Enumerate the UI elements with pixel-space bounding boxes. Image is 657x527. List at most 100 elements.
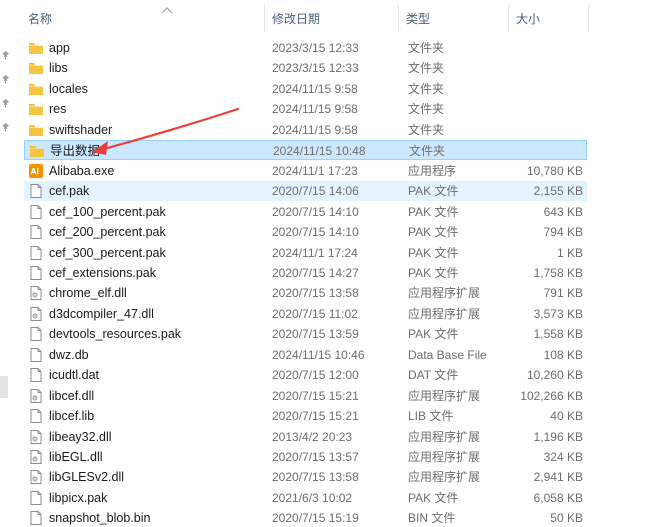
file-type: 文件夹 xyxy=(408,122,445,137)
svg-text:Al: Al xyxy=(31,167,39,176)
file-icon xyxy=(28,224,44,240)
file-size: 10,260 KB xyxy=(526,368,583,383)
dll-icon xyxy=(28,285,44,301)
file-row[interactable]: libpicx.pak 2021/6/3 10:02 PAK 文件 6,058 KB xyxy=(24,488,587,508)
file-name: libpicx.pak xyxy=(49,490,108,505)
file-size: 102,266 KB xyxy=(520,388,583,403)
file-type: PAK 文件 xyxy=(408,245,459,260)
file-modified-date: 2020/7/15 11:02 xyxy=(272,306,358,321)
file-row[interactable]: cef_extensions.pak 2020/7/15 14:27 PAK 文件 1… xyxy=(24,263,587,283)
file-name: libeay32.dll xyxy=(49,429,112,444)
file-modified-date: 2024/11/1 17:24 xyxy=(272,245,358,260)
file-modified-date: 2023/3/15 12:33 xyxy=(272,41,359,55)
file-icon xyxy=(28,245,44,261)
column-divider[interactable] xyxy=(588,4,589,32)
file-row[interactable]: Al Alibaba.exe 2024/11/1 17:23 应用程序 10,780 K… xyxy=(24,161,587,181)
file-size: 108 KB xyxy=(543,347,583,362)
file-type: 应用程序 xyxy=(408,163,457,178)
file-size: 50 KB xyxy=(550,511,583,526)
dll-icon xyxy=(28,469,44,485)
file-type: LIB 文件 xyxy=(408,409,454,424)
file-row[interactable]: libGLESv2.dll 2020/7/15 13:58 应用程序扩展 2,941 … xyxy=(24,467,587,487)
column-header-name[interactable]: 名称 xyxy=(20,0,268,36)
file-size: 1,758 KB xyxy=(533,265,583,280)
pin-icon[interactable] xyxy=(1,74,11,84)
file-modified-date: 2024/11/15 10:48 xyxy=(273,144,366,159)
file-name: libcef.lib xyxy=(49,409,95,424)
file-modified-date: 2020/7/15 12:00 xyxy=(272,368,359,383)
file-modified-date: 2020/7/15 13:58 xyxy=(272,470,359,485)
file-row[interactable]: devtools_resources.pak 2020/7/15 13:59 PAK… xyxy=(24,324,587,344)
file-name: libcef.dll xyxy=(49,388,95,403)
file-row[interactable]: cef_200_percent.pak 2020/7/15 14:10 PAK 文件… xyxy=(24,222,587,242)
file-type: PAK 文件 xyxy=(408,327,459,342)
file-size: 6,058 KB xyxy=(533,490,583,505)
column-header-date[interactable]: 修改日期 xyxy=(264,0,398,36)
file-icon xyxy=(28,490,44,506)
file-name: swiftshader xyxy=(49,122,113,137)
file-row[interactable]: d3dcompiler_47.dll 2020/7/15 11:02 应用程序扩展 3… xyxy=(24,304,587,324)
file-type: 应用程序扩展 xyxy=(408,470,481,485)
dll-icon xyxy=(28,429,44,445)
file-type: DAT 文件 xyxy=(408,368,459,383)
navigation-scrollbar-thumb[interactable] xyxy=(0,376,8,398)
file-modified-date: 2020/7/15 14:10 xyxy=(272,204,359,219)
file-row[interactable]: icudtl.dat 2020/7/15 12:00 DAT 文件 10,260 KB xyxy=(24,365,587,385)
dll-icon xyxy=(28,388,44,404)
file-type: PAK 文件 xyxy=(408,204,459,219)
file-type: 文件夹 xyxy=(408,81,445,96)
file-modified-date: 2020/7/15 15:19 xyxy=(272,511,359,526)
file-row[interactable]: dwz.db 2024/11/15 10:46 Data Base File 108 … xyxy=(24,345,587,365)
file-icon xyxy=(28,367,44,383)
file-modified-date: 2013/4/2 20:23 xyxy=(272,429,353,444)
file-type: PAK 文件 xyxy=(408,225,459,240)
file-name: dwz.db xyxy=(49,347,89,362)
file-size: 3,573 KB xyxy=(533,306,583,321)
column-header-size[interactable]: 大小 xyxy=(508,0,588,36)
file-size: 643 KB xyxy=(543,204,583,219)
file-row[interactable]: snapshot_blob.bin 2020/7/15 15:19 BIN 文件 50… xyxy=(24,508,587,527)
file-name: app xyxy=(49,41,70,55)
file-row[interactable]: cef_100_percent.pak 2020/7/15 14:10 PAK 文件… xyxy=(24,202,587,222)
file-row[interactable]: res 2024/11/15 9:58 文件夹 xyxy=(24,99,587,119)
file-row[interactable]: swiftshader 2024/11/15 9:58 文件夹 xyxy=(24,120,587,140)
file-row[interactable]: libs 2023/3/15 12:33 文件夹 xyxy=(24,58,587,78)
file-size xyxy=(508,79,583,99)
file-row[interactable]: libeay32.dll 2013/4/2 20:23 应用程序扩展 1,196 KB xyxy=(24,427,587,447)
file-row[interactable]: cef.pak 2020/7/15 14:06 PAK 文件 2,155 KB xyxy=(24,181,587,202)
file-row[interactable]: 导出数据 2024/11/15 10:48 文件夹 xyxy=(24,140,587,161)
file-row[interactable]: libcef.lib 2020/7/15 15:21 LIB 文件 40 KB xyxy=(24,406,587,426)
file-size xyxy=(508,120,583,140)
dll-icon xyxy=(28,449,44,465)
file-modified-date: 2020/7/15 15:21 xyxy=(272,388,359,403)
file-modified-date: 2024/11/15 9:58 xyxy=(272,122,358,137)
folder-icon xyxy=(28,101,44,117)
file-name: snapshot_blob.bin xyxy=(49,511,151,526)
column-header-type[interactable]: 类型 xyxy=(398,0,508,36)
pin-icon[interactable] xyxy=(1,122,11,132)
pin-icon[interactable] xyxy=(1,50,11,60)
file-icon xyxy=(28,326,44,342)
file-row[interactable]: locales 2024/11/15 9:58 文件夹 xyxy=(24,79,587,99)
pin-icon[interactable] xyxy=(1,98,11,108)
file-row[interactable]: libEGL.dll 2020/7/15 13:57 应用程序扩展 324 KB xyxy=(24,447,587,467)
file-icon xyxy=(28,183,44,199)
file-row[interactable]: libcef.dll 2020/7/15 15:21 应用程序扩展 102,266 K… xyxy=(24,386,587,406)
file-row[interactable]: app 2023/3/15 12:33 文件夹 xyxy=(24,38,587,58)
file-type: PAK 文件 xyxy=(408,184,459,199)
file-name: cef_200_percent.pak xyxy=(49,225,166,240)
file-type: 应用程序扩展 xyxy=(408,306,481,321)
file-size: 2,155 KB xyxy=(533,184,583,199)
folder-icon xyxy=(28,81,44,97)
folder-icon xyxy=(28,40,44,56)
file-name: cef_extensions.pak xyxy=(49,265,157,280)
file-modified-date: 2021/6/3 10:02 xyxy=(272,490,353,505)
file-size: 40 KB xyxy=(550,409,583,424)
file-row[interactable]: cef_300_percent.pak 2024/11/1 17:24 PAK 文件… xyxy=(24,243,587,263)
file-size xyxy=(508,38,583,58)
file-modified-date: 2024/11/15 10:46 xyxy=(272,347,365,362)
file-row[interactable]: chrome_elf.dll 2020/7/15 13:58 应用程序扩展 791 K… xyxy=(24,283,587,303)
file-icon xyxy=(28,510,44,526)
file-size: 2,941 KB xyxy=(533,470,583,485)
alibaba-app-icon: Al xyxy=(28,163,44,179)
